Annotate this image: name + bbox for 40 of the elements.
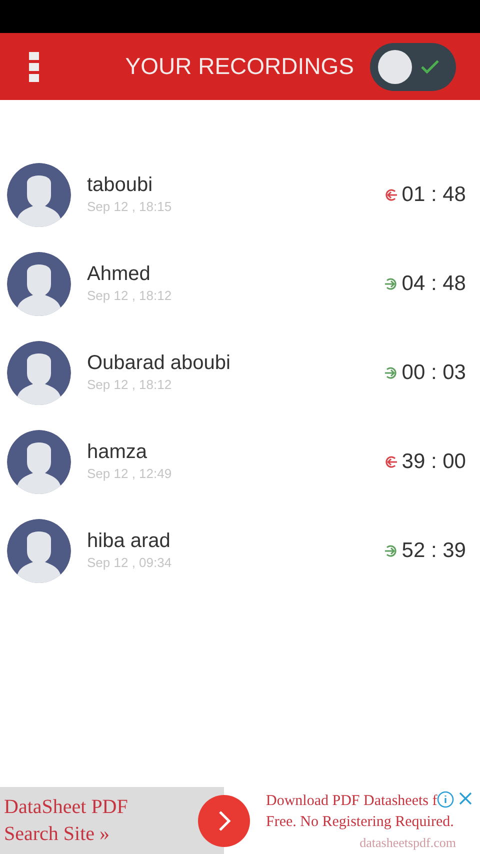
call-duration: 01 : 48 bbox=[402, 182, 466, 208]
avatar-icon bbox=[7, 340, 71, 404]
avatar-icon bbox=[7, 162, 71, 226]
avatar-icon bbox=[7, 518, 71, 582]
close-icon[interactable] bbox=[458, 791, 474, 806]
recording-row[interactable]: hiba arad Sep 12 , 09:34 52 : 39 bbox=[0, 506, 480, 595]
toggle-switch[interactable] bbox=[370, 42, 456, 90]
recording-date: Sep 12 , 18:12 bbox=[87, 376, 173, 394]
contact-name: Ahmed bbox=[87, 262, 152, 286]
recording-row[interactable]: Ahmed Sep 12 , 18:12 04 : 48 bbox=[0, 239, 480, 328]
ad-text: Free. No Registering Required. bbox=[266, 813, 455, 832]
recording-row[interactable]: taboubi Sep 12 , 18:15 01 : 48 bbox=[0, 150, 480, 239]
recording-date: Sep 12 , 12:49 bbox=[87, 464, 172, 483]
recording-row[interactable]: hamza Sep 12 , 12:49 39 : 00 bbox=[0, 417, 480, 506]
info-icon[interactable] bbox=[437, 791, 454, 808]
call-duration: 00 : 03 bbox=[402, 360, 466, 386]
outgoing-call-icon bbox=[384, 366, 398, 380]
recording-date: Sep 12 , 18:15 bbox=[87, 198, 172, 216]
ad-text: Download PDF Datasheets f bbox=[266, 792, 438, 811]
avatar-icon bbox=[7, 430, 71, 494]
outgoing-call-icon bbox=[384, 544, 398, 558]
incoming-call-icon bbox=[384, 454, 398, 468]
call-duration: 39 : 00 bbox=[402, 448, 466, 475]
call-duration: 52 : 39 bbox=[402, 538, 466, 564]
contact-name: hamza bbox=[87, 440, 148, 464]
ad-open-button[interactable] bbox=[198, 794, 250, 846]
recording-date: Sep 12 , 09:34 bbox=[87, 554, 172, 572]
call-duration: 04 : 48 bbox=[402, 270, 466, 297]
contact-name: hiba arad bbox=[87, 528, 172, 553]
incoming-call-icon bbox=[384, 188, 398, 202]
avatar-icon bbox=[7, 252, 71, 316]
recording-date: Sep 12 , 18:12 bbox=[87, 286, 172, 305]
outgoing-call-icon bbox=[384, 276, 398, 290]
chevron-icon bbox=[216, 808, 232, 832]
recording-row[interactable]: Oubarad aboubi Sep 12 , 18:12 00 : 03 bbox=[0, 328, 480, 417]
check-icon bbox=[420, 58, 440, 74]
screen-title: YOUR RECORDINGS bbox=[125, 52, 354, 82]
contact-name: taboubi bbox=[87, 172, 154, 197]
contact-name: Oubarad aboubi bbox=[87, 350, 230, 375]
menu-icon[interactable] bbox=[28, 50, 40, 82]
